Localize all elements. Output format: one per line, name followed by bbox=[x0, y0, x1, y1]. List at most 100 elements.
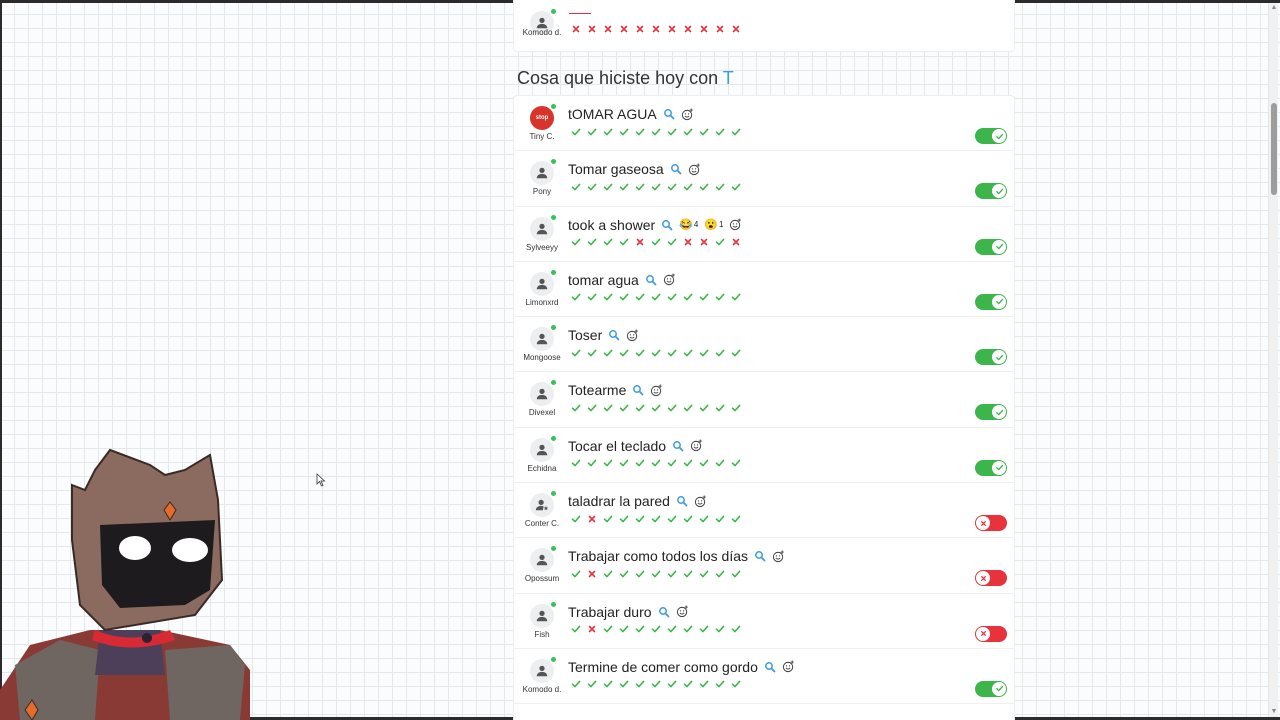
cross-icon bbox=[586, 23, 597, 34]
search-icon[interactable] bbox=[670, 163, 682, 175]
done-toggle[interactable] bbox=[975, 459, 1007, 476]
add-reaction-icon[interactable] bbox=[729, 218, 742, 231]
add-reaction-icon[interactable] bbox=[676, 605, 689, 618]
check-icon bbox=[682, 568, 693, 579]
add-reaction-icon[interactable] bbox=[694, 495, 707, 508]
add-reaction-icon[interactable] bbox=[663, 273, 676, 286]
avatar[interactable] bbox=[530, 656, 556, 683]
done-toggle[interactable] bbox=[975, 680, 1007, 697]
section-title-letter[interactable]: T bbox=[723, 68, 734, 88]
online-status-dot bbox=[551, 435, 556, 441]
avatar[interactable] bbox=[530, 269, 556, 296]
avatar[interactable] bbox=[530, 380, 556, 407]
check-icon bbox=[698, 181, 709, 192]
add-reaction-icon[interactable] bbox=[772, 550, 785, 563]
done-toggle[interactable] bbox=[975, 238, 1007, 255]
history-marks bbox=[570, 513, 741, 524]
add-reaction-icon[interactable] bbox=[688, 163, 701, 176]
check-icon bbox=[602, 402, 613, 413]
scroll-up-arrow-icon[interactable]: ▲ bbox=[1270, 4, 1278, 11]
task-row: Limonxrd tomar agua bbox=[514, 262, 1014, 318]
check-icon bbox=[714, 237, 725, 248]
toggle-check-icon bbox=[992, 239, 1006, 254]
add-reaction-icon[interactable] bbox=[681, 107, 694, 121]
history-marks bbox=[570, 292, 741, 303]
online-status-dot bbox=[551, 546, 556, 552]
username: Limonxrd bbox=[525, 297, 559, 307]
add-reaction-icon[interactable] bbox=[650, 384, 663, 397]
search-icon[interactable] bbox=[661, 219, 673, 231]
user-icon bbox=[536, 168, 548, 179]
search-icon[interactable] bbox=[764, 661, 776, 673]
check-icon bbox=[650, 402, 661, 413]
search-icon[interactable] bbox=[754, 550, 766, 562]
done-toggle[interactable] bbox=[975, 515, 1007, 532]
online-status-dot bbox=[551, 214, 556, 220]
task-row: Echidna Tocar el teclado bbox=[514, 428, 1014, 484]
avatar[interactable] bbox=[530, 601, 556, 628]
history-marks bbox=[570, 679, 741, 690]
check-icon bbox=[618, 568, 629, 579]
check-icon bbox=[650, 126, 661, 137]
done-toggle[interactable] bbox=[975, 128, 1007, 144]
check-icon bbox=[730, 292, 741, 303]
avatar[interactable] bbox=[530, 325, 556, 352]
task-title: tomar agua bbox=[568, 271, 639, 288]
check-icon bbox=[618, 679, 629, 690]
search-icon[interactable] bbox=[645, 274, 657, 286]
task-title: took a shower bbox=[568, 216, 656, 233]
character-mascot-illustration bbox=[0, 448, 250, 720]
check-icon bbox=[666, 458, 677, 469]
stop-sign-icon: stop bbox=[535, 115, 549, 121]
toggle-check-icon bbox=[992, 681, 1006, 696]
online-status-dot bbox=[551, 325, 556, 331]
avatar[interactable] bbox=[530, 546, 556, 573]
check-icon bbox=[634, 513, 645, 524]
check-icon bbox=[618, 402, 629, 413]
done-toggle[interactable] bbox=[975, 293, 1007, 310]
scrollbar-thumb[interactable] bbox=[1271, 103, 1277, 195]
search-icon[interactable] bbox=[608, 329, 620, 341]
toggle-check-icon bbox=[992, 294, 1006, 309]
done-toggle[interactable] bbox=[975, 183, 1007, 200]
search-icon[interactable] bbox=[676, 495, 688, 507]
add-reaction-icon[interactable] bbox=[690, 439, 703, 452]
reaction-emoji: 😮 bbox=[704, 219, 719, 232]
avatar[interactable] bbox=[530, 159, 556, 186]
task-title-line: Tocar el teclado bbox=[568, 438, 703, 454]
check-icon bbox=[570, 237, 581, 248]
avatar[interactable] bbox=[530, 491, 556, 518]
reaction-badge[interactable]: 😂 4 bbox=[679, 218, 698, 231]
check-icon bbox=[730, 679, 741, 690]
done-toggle[interactable] bbox=[975, 349, 1007, 366]
done-toggle[interactable] bbox=[975, 625, 1007, 642]
check-icon bbox=[602, 624, 613, 635]
check-icon bbox=[698, 458, 709, 469]
cross-icon bbox=[730, 23, 741, 34]
reaction-badge[interactable]: 😮 1 bbox=[704, 218, 723, 231]
scrollbar[interactable]: ▲ ▼ bbox=[1268, 3, 1278, 717]
search-icon[interactable] bbox=[672, 440, 684, 452]
avatar[interactable]: stop bbox=[530, 104, 556, 130]
avatar[interactable] bbox=[530, 214, 556, 241]
check-icon bbox=[634, 679, 645, 690]
search-icon[interactable] bbox=[632, 384, 644, 396]
check-icon bbox=[650, 237, 661, 248]
check-icon bbox=[570, 181, 581, 192]
task-title: Toser bbox=[568, 327, 603, 344]
check-icon bbox=[714, 624, 725, 635]
avatar[interactable] bbox=[530, 435, 556, 462]
scroll-down-arrow-icon[interactable]: ▼ bbox=[1270, 708, 1278, 715]
check-icon bbox=[698, 347, 709, 358]
done-toggle[interactable] bbox=[975, 404, 1007, 421]
check-icon bbox=[698, 126, 709, 137]
add-reaction-icon[interactable] bbox=[626, 329, 639, 342]
add-reaction-icon[interactable] bbox=[782, 660, 795, 673]
check-icon bbox=[650, 458, 661, 469]
search-icon[interactable] bbox=[663, 108, 675, 120]
check-icon bbox=[682, 402, 693, 413]
search-icon[interactable] bbox=[658, 606, 670, 618]
username: Komodo d. bbox=[522, 684, 562, 694]
check-icon bbox=[714, 347, 725, 358]
done-toggle[interactable] bbox=[975, 570, 1007, 587]
